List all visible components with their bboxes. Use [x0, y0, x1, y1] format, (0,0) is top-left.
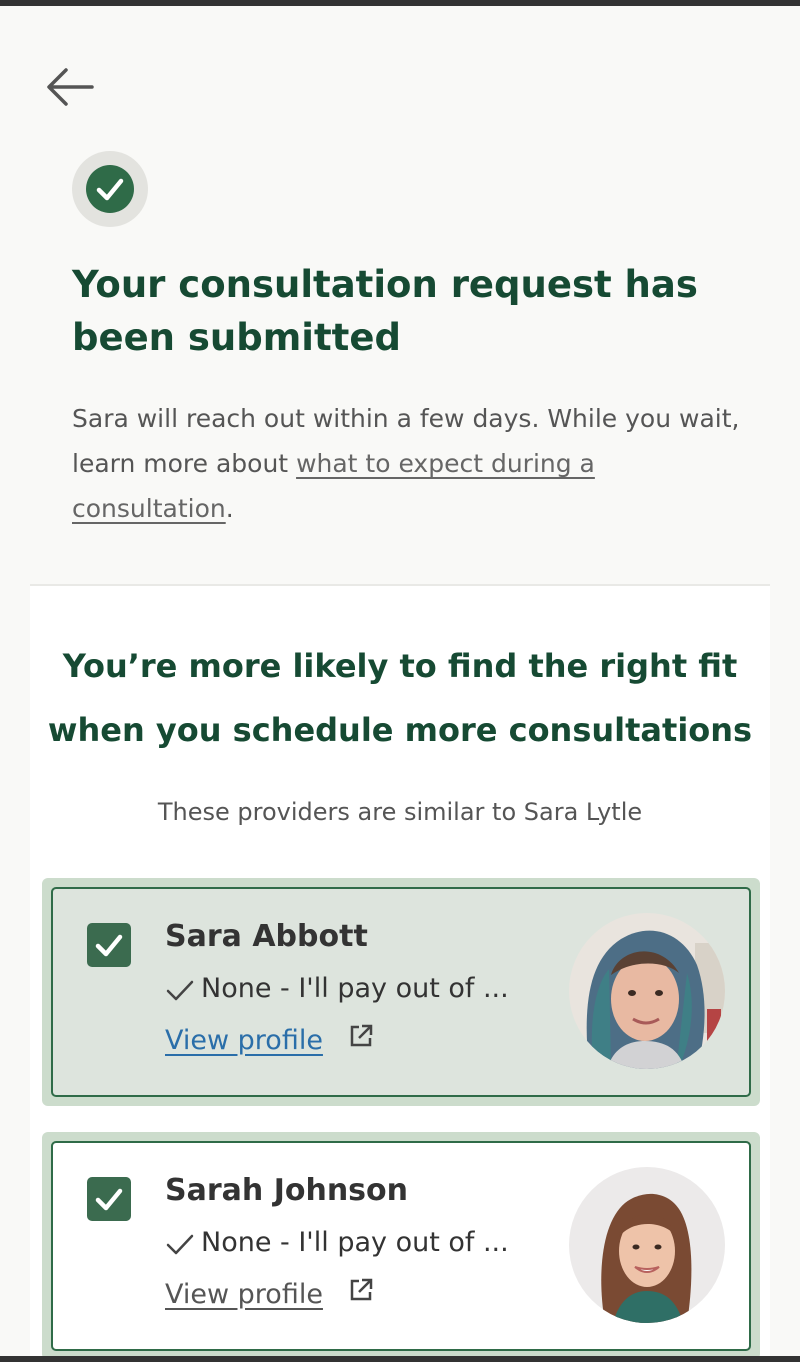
provider-checkbox[interactable] — [87, 923, 131, 967]
check-circle-icon — [96, 178, 124, 201]
payment-text: None - I'll pay out of ... — [201, 973, 509, 1004]
external-link-icon[interactable] — [348, 1023, 374, 1049]
page-title: Your consultation request has been submi… — [72, 263, 698, 359]
navigation-bar — [0, 1356, 800, 1362]
confirmation-message: Sara will reach out within a few days. W… — [72, 396, 752, 531]
provider-card[interactable]: Sarah Johnson None - I'll pay out of ...… — [42, 1132, 760, 1360]
checkmark-icon — [95, 934, 123, 957]
provider-name: Sarah Johnson — [165, 1173, 409, 1208]
confirmation-text-end: . — [225, 494, 234, 523]
success-badge — [72, 151, 148, 227]
recommendations-title: You’re more likely to find the right fit… — [47, 647, 753, 749]
checkmark-icon — [166, 1234, 194, 1254]
payment-option: None - I'll pay out of ... — [165, 973, 509, 1004]
provider-card[interactable]: Sara Abbott None - I'll pay out of ... V… — [42, 878, 760, 1106]
payment-text: None - I'll pay out of ... — [201, 1227, 509, 1258]
provider-avatar — [569, 913, 725, 1069]
arrow-left-icon — [47, 68, 94, 106]
similar-providers-panel: You’re more likely to find the right fit… — [30, 584, 770, 1362]
checkmark-icon — [95, 1188, 123, 1211]
status-bar — [0, 0, 800, 6]
back-button[interactable] — [42, 62, 98, 112]
provider-checkbox[interactable] — [87, 1177, 131, 1221]
external-link-icon[interactable] — [348, 1277, 374, 1303]
payment-option: None - I'll pay out of ... — [165, 1227, 509, 1258]
view-profile-link[interactable]: View profile — [165, 1025, 323, 1056]
view-profile-link[interactable]: View profile — [165, 1279, 323, 1310]
recommendations-subtitle: These providers are similar to Sara Lytl… — [157, 798, 643, 826]
provider-name: Sara Abbott — [165, 919, 368, 954]
provider-avatar — [569, 1167, 725, 1323]
checkmark-icon — [166, 980, 194, 1000]
